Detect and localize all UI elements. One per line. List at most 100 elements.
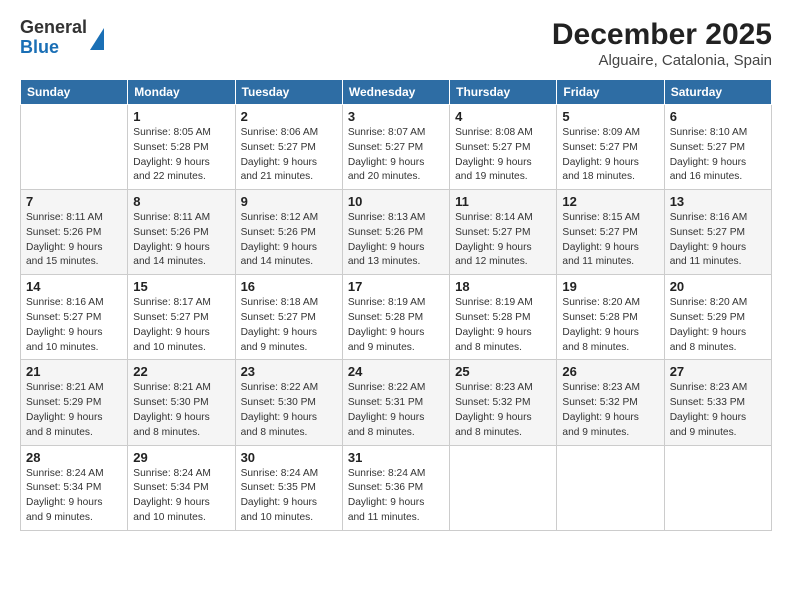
calendar-title: December 2025 [552, 18, 772, 52]
logo-triangle-icon [90, 28, 104, 50]
day-info: Sunrise: 8:17 AMSunset: 5:27 PMDaylight:… [133, 296, 229, 355]
table-cell: 2 Sunrise: 8:06 AMSunset: 5:27 PMDaylight… [235, 105, 342, 190]
day-number: 23 [241, 364, 337, 379]
day-info: Sunrise: 8:24 AMSunset: 5:34 PMDaylight:… [26, 467, 122, 526]
calendar-week-5: 28 Sunrise: 8:24 AMSunset: 5:34 PMDayligh… [21, 445, 772, 530]
logo: General Blue [20, 18, 104, 58]
logo-blue: Blue [20, 38, 87, 58]
table-cell: 25 Sunrise: 8:23 AMSunset: 5:32 PMDayligh… [450, 360, 557, 445]
table-cell: 10Sunrise: 8:13 AMSunset: 5:26 PMDayligh… [342, 190, 449, 275]
day-number: 14 [26, 279, 122, 294]
day-number: 31 [348, 450, 444, 465]
table-cell: 5 Sunrise: 8:09 AMSunset: 5:27 PMDaylight… [557, 105, 664, 190]
logo-general: General [20, 18, 87, 38]
day-info: Sunrise: 8:11 AMSunset: 5:26 PMDaylight:… [26, 211, 122, 270]
day-info: Sunrise: 8:23 AMSunset: 5:32 PMDaylight:… [562, 381, 658, 440]
calendar-week-2: 7Sunrise: 8:11 AMSunset: 5:26 PMDaylight… [21, 190, 772, 275]
day-number: 17 [348, 279, 444, 294]
day-number: 26 [562, 364, 658, 379]
day-info: Sunrise: 8:24 AMSunset: 5:34 PMDaylight:… [133, 467, 229, 526]
day-info: Sunrise: 8:16 AMSunset: 5:27 PMDaylight:… [26, 296, 122, 355]
day-number: 9 [241, 194, 337, 209]
day-number: 13 [670, 194, 766, 209]
day-info: Sunrise: 8:13 AMSunset: 5:26 PMDaylight:… [348, 211, 444, 270]
day-info: Sunrise: 8:21 AMSunset: 5:29 PMDaylight:… [26, 381, 122, 440]
day-info: Sunrise: 8:19 AMSunset: 5:28 PMDaylight:… [348, 296, 444, 355]
day-info: Sunrise: 8:16 AMSunset: 5:27 PMDaylight:… [670, 211, 766, 270]
day-number: 3 [348, 109, 444, 124]
table-cell [21, 105, 128, 190]
calendar-week-1: 1Sunrise: 8:05 AMSunset: 5:28 PMDaylight… [21, 105, 772, 190]
day-number: 12 [562, 194, 658, 209]
day-number: 30 [241, 450, 337, 465]
table-cell: 29 Sunrise: 8:24 AMSunset: 5:34 PMDayligh… [128, 445, 235, 530]
day-number: 25 [455, 364, 551, 379]
day-info: Sunrise: 8:14 AMSunset: 5:27 PMDaylight:… [455, 211, 551, 270]
day-number: 18 [455, 279, 551, 294]
day-info: Sunrise: 8:08 AMSunset: 5:27 PMDaylight:… [455, 126, 551, 185]
calendar-week-4: 21 Sunrise: 8:21 AMSunset: 5:29 PMDayligh… [21, 360, 772, 445]
day-number: 28 [26, 450, 122, 465]
day-info: Sunrise: 8:12 AMSunset: 5:26 PMDaylight:… [241, 211, 337, 270]
table-cell: 22Sunrise: 8:21 AMSunset: 5:30 PMDayligh… [128, 360, 235, 445]
title-block: December 2025 Alguaire, Catalonia, Spain [552, 18, 772, 69]
table-cell: 20 Sunrise: 8:20 AMSunset: 5:29 PMDayligh… [664, 275, 771, 360]
table-cell: 4 Sunrise: 8:08 AMSunset: 5:27 PMDaylight… [450, 105, 557, 190]
calendar-subtitle: Alguaire, Catalonia, Spain [552, 52, 772, 69]
day-info: Sunrise: 8:05 AMSunset: 5:28 PMDaylight:… [133, 126, 229, 185]
table-cell: 6Sunrise: 8:10 AMSunset: 5:27 PMDaylight… [664, 105, 771, 190]
day-number: 29 [133, 450, 229, 465]
day-number: 20 [670, 279, 766, 294]
day-number: 11 [455, 194, 551, 209]
day-number: 21 [26, 364, 122, 379]
table-cell: 31Sunrise: 8:24 AMSunset: 5:36 PMDayligh… [342, 445, 449, 530]
calendar-header-row: Sunday Monday Tuesday Wednesday Thursday… [21, 80, 772, 105]
table-cell [557, 445, 664, 530]
day-info: Sunrise: 8:06 AMSunset: 5:27 PMDaylight:… [241, 126, 337, 185]
day-info: Sunrise: 8:23 AMSunset: 5:32 PMDaylight:… [455, 381, 551, 440]
table-cell: 14 Sunrise: 8:16 AMSunset: 5:27 PMDayligh… [21, 275, 128, 360]
day-info: Sunrise: 8:21 AMSunset: 5:30 PMDaylight:… [133, 381, 229, 440]
day-info: Sunrise: 8:15 AMSunset: 5:27 PMDaylight:… [562, 211, 658, 270]
table-cell: 18 Sunrise: 8:19 AMSunset: 5:28 PMDayligh… [450, 275, 557, 360]
table-cell: 8Sunrise: 8:11 AMSunset: 5:26 PMDaylight… [128, 190, 235, 275]
header: General Blue December 2025 Alguaire, Cat… [20, 18, 772, 69]
table-cell: 7Sunrise: 8:11 AMSunset: 5:26 PMDaylight… [21, 190, 128, 275]
day-info: Sunrise: 8:19 AMSunset: 5:28 PMDaylight:… [455, 296, 551, 355]
table-cell: 17 Sunrise: 8:19 AMSunset: 5:28 PMDayligh… [342, 275, 449, 360]
day-info: Sunrise: 8:10 AMSunset: 5:27 PMDaylight:… [670, 126, 766, 185]
table-cell: 24 Sunrise: 8:22 AMSunset: 5:31 PMDayligh… [342, 360, 449, 445]
day-info: Sunrise: 8:09 AMSunset: 5:27 PMDaylight:… [562, 126, 658, 185]
col-friday: Friday [557, 80, 664, 105]
col-sunday: Sunday [21, 80, 128, 105]
day-number: 27 [670, 364, 766, 379]
day-number: 4 [455, 109, 551, 124]
col-tuesday: Tuesday [235, 80, 342, 105]
day-info: Sunrise: 8:22 AMSunset: 5:31 PMDaylight:… [348, 381, 444, 440]
table-cell: 9 Sunrise: 8:12 AMSunset: 5:26 PMDaylight… [235, 190, 342, 275]
day-number: 15 [133, 279, 229, 294]
calendar-week-3: 14 Sunrise: 8:16 AMSunset: 5:27 PMDayligh… [21, 275, 772, 360]
table-cell [450, 445, 557, 530]
day-info: Sunrise: 8:23 AMSunset: 5:33 PMDaylight:… [670, 381, 766, 440]
calendar-table: Sunday Monday Tuesday Wednesday Thursday… [20, 79, 772, 531]
table-cell: 21 Sunrise: 8:21 AMSunset: 5:29 PMDayligh… [21, 360, 128, 445]
table-cell: 13 Sunrise: 8:16 AMSunset: 5:27 PMDayligh… [664, 190, 771, 275]
col-monday: Monday [128, 80, 235, 105]
day-info: Sunrise: 8:22 AMSunset: 5:30 PMDaylight:… [241, 381, 337, 440]
day-info: Sunrise: 8:20 AMSunset: 5:29 PMDaylight:… [670, 296, 766, 355]
table-cell: 11 Sunrise: 8:14 AMSunset: 5:27 PMDayligh… [450, 190, 557, 275]
day-number: 5 [562, 109, 658, 124]
table-cell: 3Sunrise: 8:07 AMSunset: 5:27 PMDaylight… [342, 105, 449, 190]
table-cell: 23 Sunrise: 8:22 AMSunset: 5:30 PMDayligh… [235, 360, 342, 445]
col-saturday: Saturday [664, 80, 771, 105]
table-cell: 27 Sunrise: 8:23 AMSunset: 5:33 PMDayligh… [664, 360, 771, 445]
table-cell: 16Sunrise: 8:18 AMSunset: 5:27 PMDayligh… [235, 275, 342, 360]
col-wednesday: Wednesday [342, 80, 449, 105]
table-cell: 15 Sunrise: 8:17 AMSunset: 5:27 PMDayligh… [128, 275, 235, 360]
day-number: 24 [348, 364, 444, 379]
table-cell: 1Sunrise: 8:05 AMSunset: 5:28 PMDaylight… [128, 105, 235, 190]
day-number: 2 [241, 109, 337, 124]
day-info: Sunrise: 8:18 AMSunset: 5:27 PMDaylight:… [241, 296, 337, 355]
table-cell: 30Sunrise: 8:24 AMSunset: 5:35 PMDayligh… [235, 445, 342, 530]
